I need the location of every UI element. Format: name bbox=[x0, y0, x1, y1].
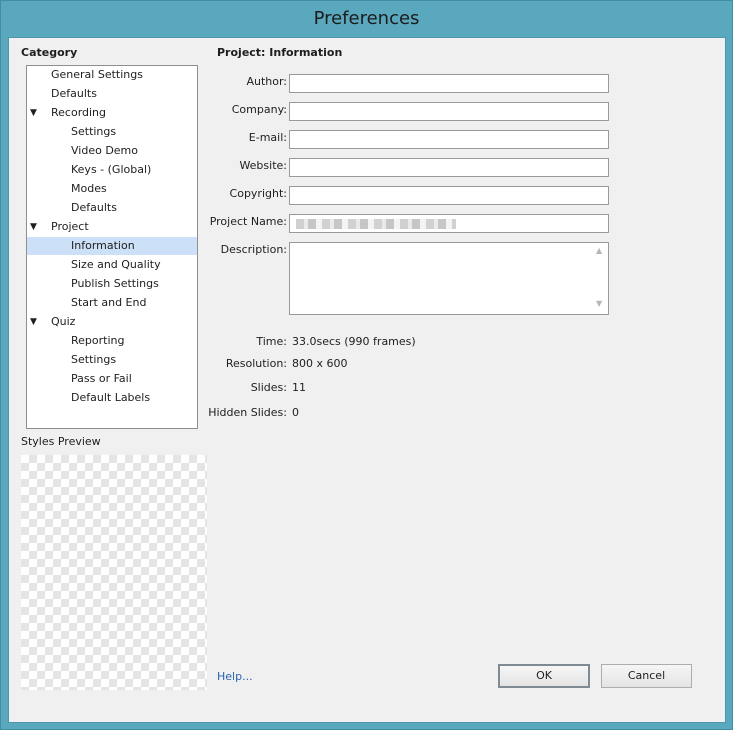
slides-value: 11 bbox=[292, 381, 306, 394]
dialog-client-area: Category General Settings Defaults ▼ Record… bbox=[8, 37, 726, 723]
tree-item[interactable]: Reporting bbox=[27, 332, 197, 350]
help-link[interactable]: Help... bbox=[217, 670, 253, 683]
slides-label: Slides: bbox=[250, 381, 287, 394]
expand-arrow-icon[interactable]: ▼ bbox=[30, 218, 37, 236]
tree-item[interactable]: ▼ Recording bbox=[27, 104, 197, 122]
description-scrollbar[interactable]: ▲ ▼ bbox=[592, 243, 608, 314]
styles-preview-label: Styles Preview bbox=[21, 435, 101, 448]
tree-item[interactable]: Defaults bbox=[27, 199, 197, 217]
tree-item-label: Quiz bbox=[51, 315, 76, 328]
email-field[interactable] bbox=[289, 130, 609, 149]
preferences-window: Preferences Category General Settings Def… bbox=[0, 0, 733, 730]
panel-heading: Project: Information bbox=[217, 46, 343, 59]
description-textarea[interactable]: ▲ ▼ bbox=[289, 242, 609, 315]
tree-item[interactable]: Keys - (Global) bbox=[27, 161, 197, 179]
tree-item[interactable]: Pass or Fail bbox=[27, 370, 197, 388]
tree-item-label: Default Labels bbox=[71, 391, 151, 404]
scroll-up-icon[interactable]: ▲ bbox=[596, 246, 602, 255]
author-label: Author: bbox=[246, 75, 287, 88]
tree-item[interactable]: General Settings bbox=[27, 66, 197, 84]
tree-item-label: Project bbox=[51, 220, 89, 233]
tree-item-label: Video Demo bbox=[71, 144, 138, 157]
tree-item-label: Defaults bbox=[71, 201, 117, 214]
author-field[interactable] bbox=[289, 74, 609, 93]
tree-item-label: Keys - (Global) bbox=[71, 163, 152, 176]
category-heading: Category bbox=[21, 46, 78, 59]
time-label: Time: bbox=[256, 335, 287, 348]
redacted-project-name bbox=[296, 219, 456, 229]
email-label: E-mail: bbox=[248, 131, 287, 144]
tree-item-label: Information bbox=[71, 239, 135, 252]
tree-item[interactable]: Default Labels bbox=[27, 389, 197, 407]
tree-item-label: General Settings bbox=[51, 68, 143, 81]
tree-item-label: Reporting bbox=[71, 334, 125, 347]
tree-item-label: Pass or Fail bbox=[71, 372, 132, 385]
resolution-label: Resolution: bbox=[225, 357, 287, 370]
tree-item-label: Modes bbox=[71, 182, 107, 195]
tree-item-label: Settings bbox=[71, 125, 117, 138]
tree-item[interactable]: Size and Quality bbox=[27, 256, 197, 274]
hidden-slides-value: 0 bbox=[292, 406, 299, 419]
window-title: Preferences bbox=[313, 8, 420, 29]
project-name-label: Project Name: bbox=[209, 215, 287, 228]
cancel-button[interactable]: Cancel bbox=[601, 664, 692, 688]
hidden-slides-label: Hidden Slides: bbox=[208, 406, 287, 419]
tree-item-label: Settings bbox=[71, 353, 117, 366]
tree-item[interactable]: ▼ Quiz bbox=[27, 313, 197, 331]
website-field[interactable] bbox=[289, 158, 609, 177]
website-label: Website: bbox=[239, 159, 287, 172]
company-field[interactable] bbox=[289, 102, 609, 121]
project-name-field[interactable] bbox=[289, 214, 609, 233]
ok-button[interactable]: OK bbox=[498, 664, 590, 688]
scroll-down-icon[interactable]: ▼ bbox=[596, 299, 602, 308]
tree-item[interactable]: Defaults bbox=[27, 85, 197, 103]
tree-item-label: Start and End bbox=[71, 296, 147, 309]
category-tree[interactable]: General Settings Defaults ▼ Recording Settin… bbox=[26, 65, 198, 429]
description-label: Description: bbox=[220, 243, 287, 256]
tree-item-label: Publish Settings bbox=[71, 277, 159, 290]
expand-arrow-icon[interactable]: ▼ bbox=[30, 313, 37, 331]
tree-item[interactable]: Video Demo bbox=[27, 142, 197, 160]
resolution-value: 800 x 600 bbox=[292, 357, 348, 370]
tree-item[interactable]: Publish Settings bbox=[27, 275, 197, 293]
tree-item[interactable]: ▼ Project bbox=[27, 218, 197, 236]
time-value: 33.0secs (990 frames) bbox=[292, 335, 416, 348]
tree-item[interactable]: Settings bbox=[27, 351, 197, 369]
tree-item[interactable]: Start and End bbox=[27, 294, 197, 312]
expand-arrow-icon[interactable]: ▼ bbox=[30, 104, 37, 122]
tree-item-label: Defaults bbox=[51, 87, 97, 100]
styles-preview-canvas bbox=[21, 455, 207, 690]
tree-item[interactable]: Modes bbox=[27, 180, 197, 198]
tree-item[interactable]: Information bbox=[27, 237, 197, 255]
tree-item-label: Size and Quality bbox=[71, 258, 161, 271]
copyright-label: Copyright: bbox=[229, 187, 287, 200]
copyright-field[interactable] bbox=[289, 186, 609, 205]
tree-item[interactable]: Settings bbox=[27, 123, 197, 141]
company-label: Company: bbox=[231, 103, 287, 116]
tree-item-label: Recording bbox=[51, 106, 107, 119]
